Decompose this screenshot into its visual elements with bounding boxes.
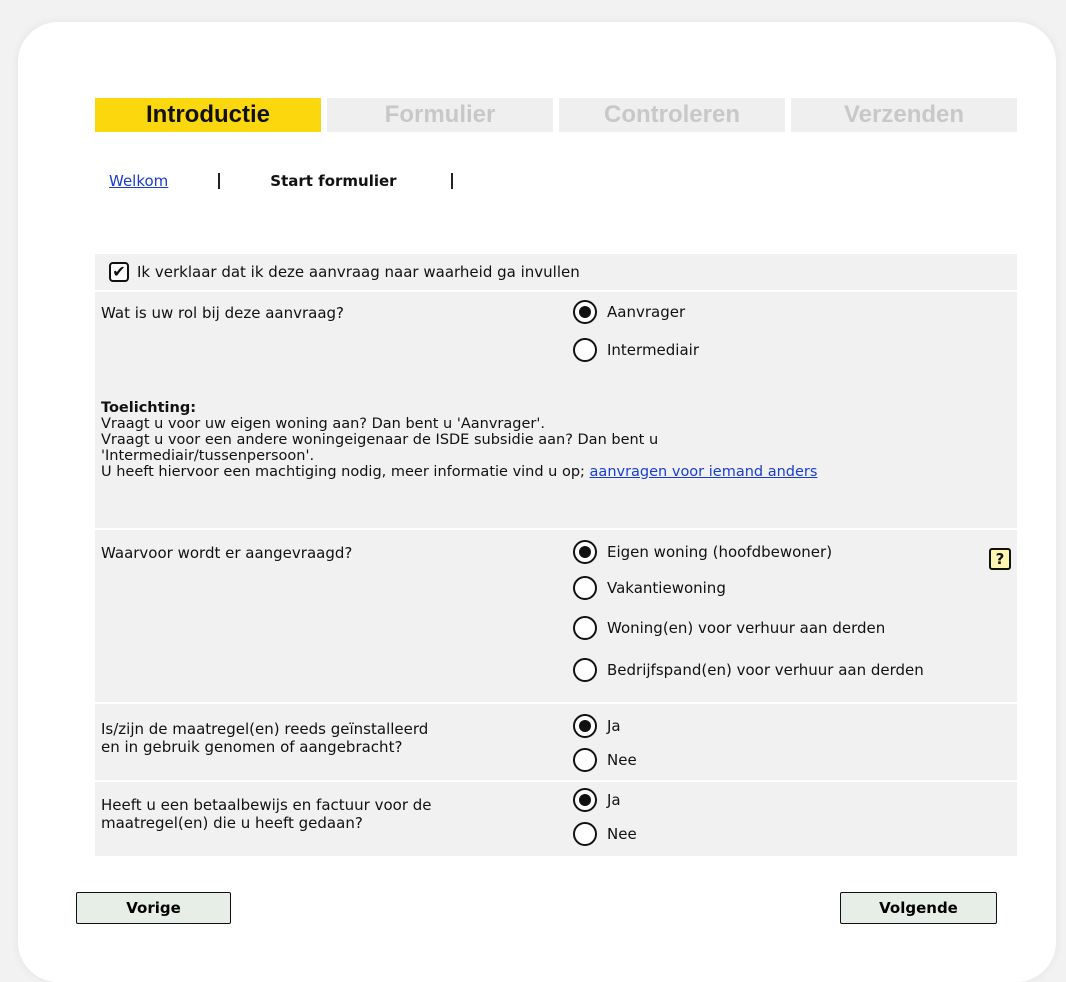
- installed-question: Is/zijn de maatregel(en) reeds geïnstall…: [101, 720, 428, 756]
- purpose-option-bedrijfspand[interactable]: Bedrijfspand(en) voor verhuur aan derden: [573, 658, 924, 682]
- invoice-option-label: Nee: [607, 825, 637, 843]
- role-option-intermediair[interactable]: Intermediair: [573, 338, 699, 362]
- invoice-option-label: Ja: [607, 791, 621, 809]
- role-option-label: Aanvrager: [607, 303, 686, 321]
- role-explanation: Toelichting: Vraagt u voor uw eigen woni…: [101, 400, 817, 480]
- installed-option-ja[interactable]: Ja: [573, 714, 637, 738]
- purpose-option-verhuur-woning[interactable]: Woning(en) voor verhuur aan derden: [573, 616, 924, 640]
- installed-row: Is/zijn de maatregel(en) reeds geïnstall…: [95, 704, 1017, 782]
- help-icon[interactable]: ?: [989, 548, 1011, 570]
- invoice-options: Ja Nee: [573, 788, 637, 846]
- step-controleren[interactable]: Controleren: [559, 98, 785, 132]
- purpose-option-label: Eigen woning (hoofdbewoner): [607, 543, 833, 561]
- form-container: Introductie Formulier Controleren Verzen…: [95, 98, 1017, 858]
- role-row: Wat is uw rol bij deze aanvraag? Aanvrag…: [95, 292, 1017, 530]
- purpose-options: Eigen woning (hoofdbewoner) Vakantiewoni…: [573, 540, 924, 682]
- role-option-aanvrager[interactable]: Aanvrager: [573, 300, 699, 324]
- invoice-option-nee[interactable]: Nee: [573, 822, 637, 846]
- declaration-row: ✔ Ik verklaar dat ik deze aanvraag naar …: [95, 254, 1017, 292]
- explanation-text: U heeft hiervoor een machtiging nodig, m…: [101, 464, 585, 480]
- nav-separator: [218, 173, 221, 189]
- previous-button[interactable]: Vorige: [76, 892, 231, 924]
- nav-separator: [450, 173, 453, 189]
- explanation-line: Vraagt u voor uw eigen woning aan? Dan b…: [101, 416, 545, 432]
- invoice-row: Heeft u een betaalbewijs en factuur voor…: [95, 782, 1017, 858]
- checkmark-icon: ✔: [112, 262, 126, 281]
- other-person-link[interactable]: aanvragen voor iemand anders: [590, 464, 818, 480]
- radio-unselected[interactable]: [573, 338, 597, 362]
- explanation-line: 'Intermediair/tussenpersoon'.: [101, 448, 315, 464]
- purpose-option-vakantiewoning[interactable]: Vakantiewoning: [573, 576, 924, 600]
- radio-selected[interactable]: [573, 714, 597, 738]
- radio-selected[interactable]: [573, 540, 597, 564]
- installed-option-label: Ja: [607, 717, 621, 735]
- purpose-row: Waarvoor wordt er aangevraagd? Eigen won…: [95, 530, 1017, 704]
- radio-unselected[interactable]: [573, 576, 597, 600]
- form-card: Introductie Formulier Controleren Verzen…: [18, 22, 1056, 982]
- current-page-label: Start formulier: [270, 172, 397, 190]
- explanation-line: Vraagt u voor een andere woningeigenaar …: [101, 432, 659, 448]
- radio-unselected[interactable]: [573, 658, 597, 682]
- radio-selected[interactable]: [573, 300, 597, 324]
- radio-unselected[interactable]: [573, 616, 597, 640]
- question-line: Is/zijn de maatregel(en) reeds geïnstall…: [101, 720, 429, 738]
- installed-option-nee[interactable]: Nee: [573, 748, 637, 772]
- step-introductie[interactable]: Introductie: [95, 98, 321, 132]
- purpose-option-label: Vakantiewoning: [607, 579, 726, 597]
- role-question: Wat is uw rol bij deze aanvraag?: [101, 304, 345, 322]
- radio-unselected[interactable]: [573, 822, 597, 846]
- next-button[interactable]: Volgende: [840, 892, 997, 924]
- question-line: maatregel(en) die u heeft gedaan?: [101, 814, 363, 832]
- installed-option-label: Nee: [607, 751, 637, 769]
- question-line: Heeft u een betaalbewijs en factuur voor…: [101, 796, 432, 814]
- invoice-option-ja[interactable]: Ja: [573, 788, 637, 812]
- step-tabs: Introductie Formulier Controleren Verzen…: [95, 98, 1017, 132]
- installed-options: Ja Nee: [573, 714, 637, 772]
- question-line: en in gebruik genomen of aangebracht?: [101, 738, 403, 756]
- role-option-label: Intermediair: [607, 341, 699, 359]
- declaration-checkbox[interactable]: ✔: [109, 262, 129, 282]
- step-formulier[interactable]: Formulier: [327, 98, 553, 132]
- invoice-question: Heeft u een betaalbewijs en factuur voor…: [101, 796, 432, 832]
- explanation-heading: Toelichting:: [101, 400, 197, 416]
- purpose-question: Waarvoor wordt er aangevraagd?: [101, 544, 353, 562]
- role-options: Aanvrager Intermediair: [573, 300, 699, 362]
- step-verzenden[interactable]: Verzenden: [791, 98, 1017, 132]
- purpose-option-eigen-woning[interactable]: Eigen woning (hoofdbewoner): [573, 540, 924, 564]
- purpose-option-label: Woning(en) voor verhuur aan derden: [607, 619, 886, 637]
- explanation-line: U heeft hiervoor een machtiging nodig, m…: [101, 464, 817, 480]
- radio-selected[interactable]: [573, 788, 597, 812]
- welcome-link[interactable]: Welkom: [109, 172, 168, 190]
- radio-unselected[interactable]: [573, 748, 597, 772]
- declaration-label: Ik verklaar dat ik deze aanvraag naar wa…: [137, 263, 580, 281]
- form-body: ✔ Ik verklaar dat ik deze aanvraag naar …: [95, 254, 1017, 858]
- purpose-option-label: Bedrijfspand(en) voor verhuur aan derden: [607, 661, 924, 679]
- sub-navigation: Welkom Start formulier: [95, 168, 1017, 194]
